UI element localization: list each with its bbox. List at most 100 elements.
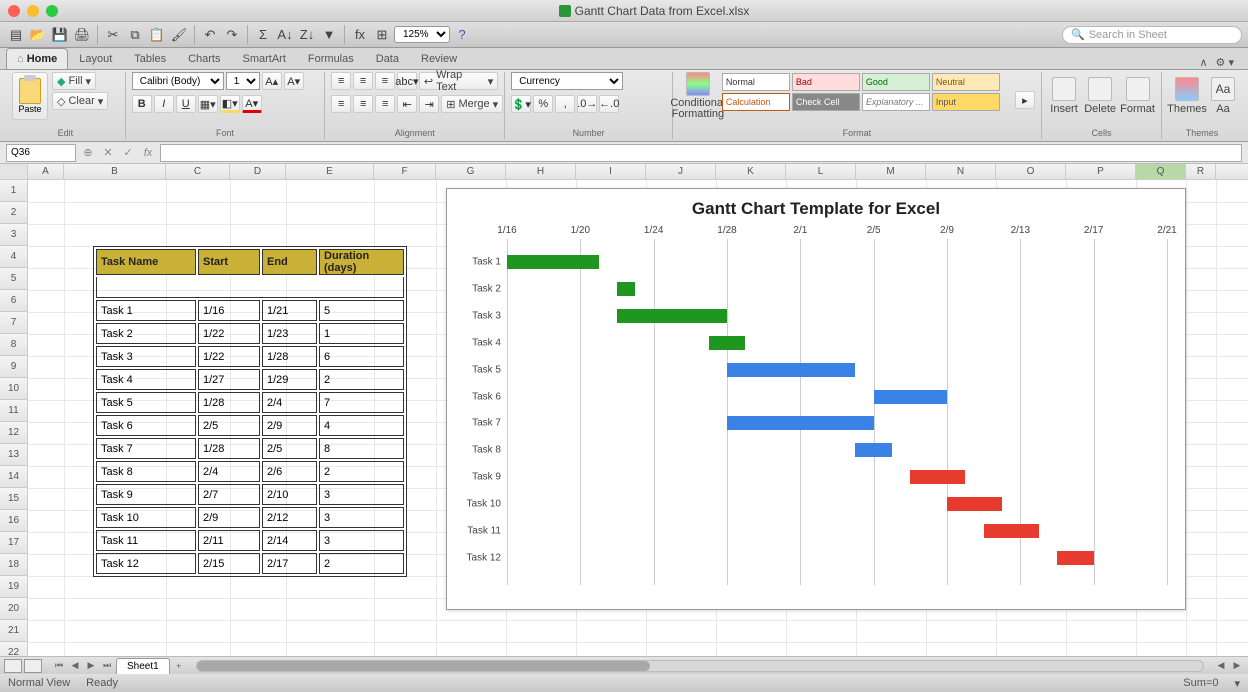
gantt-bar[interactable]: [855, 443, 892, 457]
shrink-font-icon[interactable]: A▾: [284, 72, 304, 90]
filter-icon[interactable]: ▼: [319, 25, 339, 45]
align-middle-icon[interactable]: ≡: [353, 72, 373, 90]
table-row[interactable]: Task 62/52/94: [96, 415, 404, 436]
row-header-9[interactable]: 9: [0, 356, 28, 378]
col-header-K[interactable]: K: [716, 164, 786, 179]
ribbon-expand-icon[interactable]: ∧: [1199, 56, 1207, 69]
format-cells-button[interactable]: Format: [1120, 72, 1155, 120]
col-header-J[interactable]: J: [646, 164, 716, 179]
style-checkcell[interactable]: Check Cell: [792, 93, 860, 111]
gantt-chart[interactable]: Gantt Chart Template for Excel 1/161/201…: [446, 188, 1186, 610]
table-row[interactable]: Task 31/221/286: [96, 346, 404, 367]
style-neutral[interactable]: Neutral: [932, 73, 1000, 91]
zoom-select[interactable]: 125%: [394, 26, 450, 43]
table-row[interactable]: Task 21/221/231: [96, 323, 404, 344]
table-row[interactable]: Task 82/42/62: [96, 461, 404, 482]
fx-label[interactable]: fx: [140, 145, 156, 161]
table-row[interactable]: Task 51/282/47: [96, 392, 404, 413]
tab-tables[interactable]: Tables: [123, 48, 177, 69]
table-row[interactable]: Task 41/271/292: [96, 369, 404, 390]
underline-button[interactable]: U: [176, 95, 196, 113]
table-row[interactable]: Task 71/282/58: [96, 438, 404, 459]
select-all-corner[interactable]: [0, 164, 28, 180]
horizontal-scrollbar[interactable]: [196, 660, 1204, 672]
col-header-F[interactable]: F: [374, 164, 436, 179]
col-header-A[interactable]: A: [28, 164, 64, 179]
tab-nav-first-icon[interactable]: ⏮: [52, 659, 66, 673]
insert-cells-button[interactable]: Insert: [1048, 72, 1080, 120]
format-painter-icon[interactable]: 🖌: [169, 25, 189, 45]
col-header-H[interactable]: H: [506, 164, 576, 179]
row-header-18[interactable]: 18: [0, 554, 28, 576]
gantt-bar[interactable]: [910, 470, 965, 484]
row-header-5[interactable]: 5: [0, 268, 28, 290]
formula-input[interactable]: [160, 144, 1242, 162]
cut-icon[interactable]: ✂: [103, 25, 123, 45]
tab-nav-next-icon[interactable]: ▶: [84, 659, 98, 673]
col-header-L[interactable]: L: [786, 164, 856, 179]
view-normal-icon[interactable]: [4, 659, 22, 673]
conditional-formatting-button[interactable]: Conditional Formatting: [679, 72, 717, 120]
task-table[interactable]: Task NameStartEndDuration (days) Task 11…: [93, 246, 407, 577]
search-input[interactable]: 🔍 Search in Sheet: [1062, 26, 1242, 44]
status-dropdown-icon[interactable]: ▾: [1234, 677, 1240, 690]
undo-icon[interactable]: ↶: [200, 25, 220, 45]
gantt-bar[interactable]: [727, 363, 855, 377]
style-bad[interactable]: Bad: [792, 73, 860, 91]
row-header-11[interactable]: 11: [0, 400, 28, 422]
tab-charts[interactable]: Charts: [177, 48, 231, 69]
indent-inc-icon[interactable]: ⇥: [419, 95, 439, 113]
col-header-O[interactable]: O: [996, 164, 1066, 179]
grow-font-icon[interactable]: A▴: [262, 72, 282, 90]
sort-desc-icon[interactable]: Z↓: [297, 25, 317, 45]
zoom-icon[interactable]: [46, 5, 58, 17]
ribbon-settings-icon[interactable]: ⚙ ▾: [1216, 56, 1234, 69]
themes-button[interactable]: Themes: [1168, 72, 1206, 120]
row-header-21[interactable]: 21: [0, 620, 28, 642]
table-row[interactable]: Task 122/152/172: [96, 553, 404, 574]
bold-button[interactable]: B: [132, 95, 152, 113]
gantt-bar[interactable]: [1057, 551, 1094, 565]
cancel-icon[interactable]: ✕: [100, 145, 116, 161]
row-header-14[interactable]: 14: [0, 466, 28, 488]
row-header-2[interactable]: 2: [0, 202, 28, 224]
table-header[interactable]: Duration (days): [319, 249, 404, 275]
sort-asc-icon[interactable]: A↓: [275, 25, 295, 45]
name-box[interactable]: Q36: [6, 144, 76, 162]
tab-review[interactable]: Review: [410, 48, 468, 69]
new-icon[interactable]: ▤: [6, 25, 26, 45]
tab-smartart[interactable]: SmartArt: [232, 48, 297, 69]
redo-icon[interactable]: ↷: [222, 25, 242, 45]
font-color-button[interactable]: A▾: [242, 95, 262, 113]
gantt-bar[interactable]: [874, 390, 947, 404]
table-row[interactable]: Task 11/161/215: [96, 300, 404, 321]
table-row[interactable]: Task 112/112/143: [96, 530, 404, 551]
save-icon[interactable]: 💾: [50, 25, 70, 45]
column-headers[interactable]: ABCDEFGHIJKLMNOPQR: [28, 164, 1248, 180]
show-formulas-icon[interactable]: ⊞: [372, 25, 392, 45]
gantt-bar[interactable]: [727, 416, 874, 430]
table-row[interactable]: Task 102/92/123: [96, 507, 404, 528]
font-select[interactable]: Calibri (Body): [132, 72, 224, 90]
sheet-tab[interactable]: Sheet1: [116, 658, 170, 674]
row-header-16[interactable]: 16: [0, 510, 28, 532]
style-calculation[interactable]: Calculation: [722, 93, 790, 111]
minimize-icon[interactable]: [27, 5, 39, 17]
table-header[interactable]: End: [262, 249, 317, 275]
col-header-E[interactable]: E: [286, 164, 374, 179]
comma-icon[interactable]: ,: [555, 95, 575, 113]
row-header-1[interactable]: 1: [0, 180, 28, 202]
help-icon[interactable]: ?: [452, 25, 472, 45]
scroll-left-icon[interactable]: ◀: [1214, 659, 1228, 673]
tab-nav-prev-icon[interactable]: ◀: [68, 659, 82, 673]
indent-dec-icon[interactable]: ⇤: [397, 95, 417, 113]
row-header-20[interactable]: 20: [0, 598, 28, 620]
style-normal[interactable]: Normal: [722, 73, 790, 91]
col-header-Q[interactable]: Q: [1136, 164, 1186, 179]
tab-home[interactable]: Home: [6, 48, 68, 69]
row-header-15[interactable]: 15: [0, 488, 28, 510]
styles-more-icon[interactable]: ▸: [1015, 91, 1035, 109]
currency-icon[interactable]: 💲▾: [511, 95, 531, 113]
reference-dropdown-icon[interactable]: ⊕: [80, 145, 96, 161]
tab-data[interactable]: Data: [365, 48, 410, 69]
